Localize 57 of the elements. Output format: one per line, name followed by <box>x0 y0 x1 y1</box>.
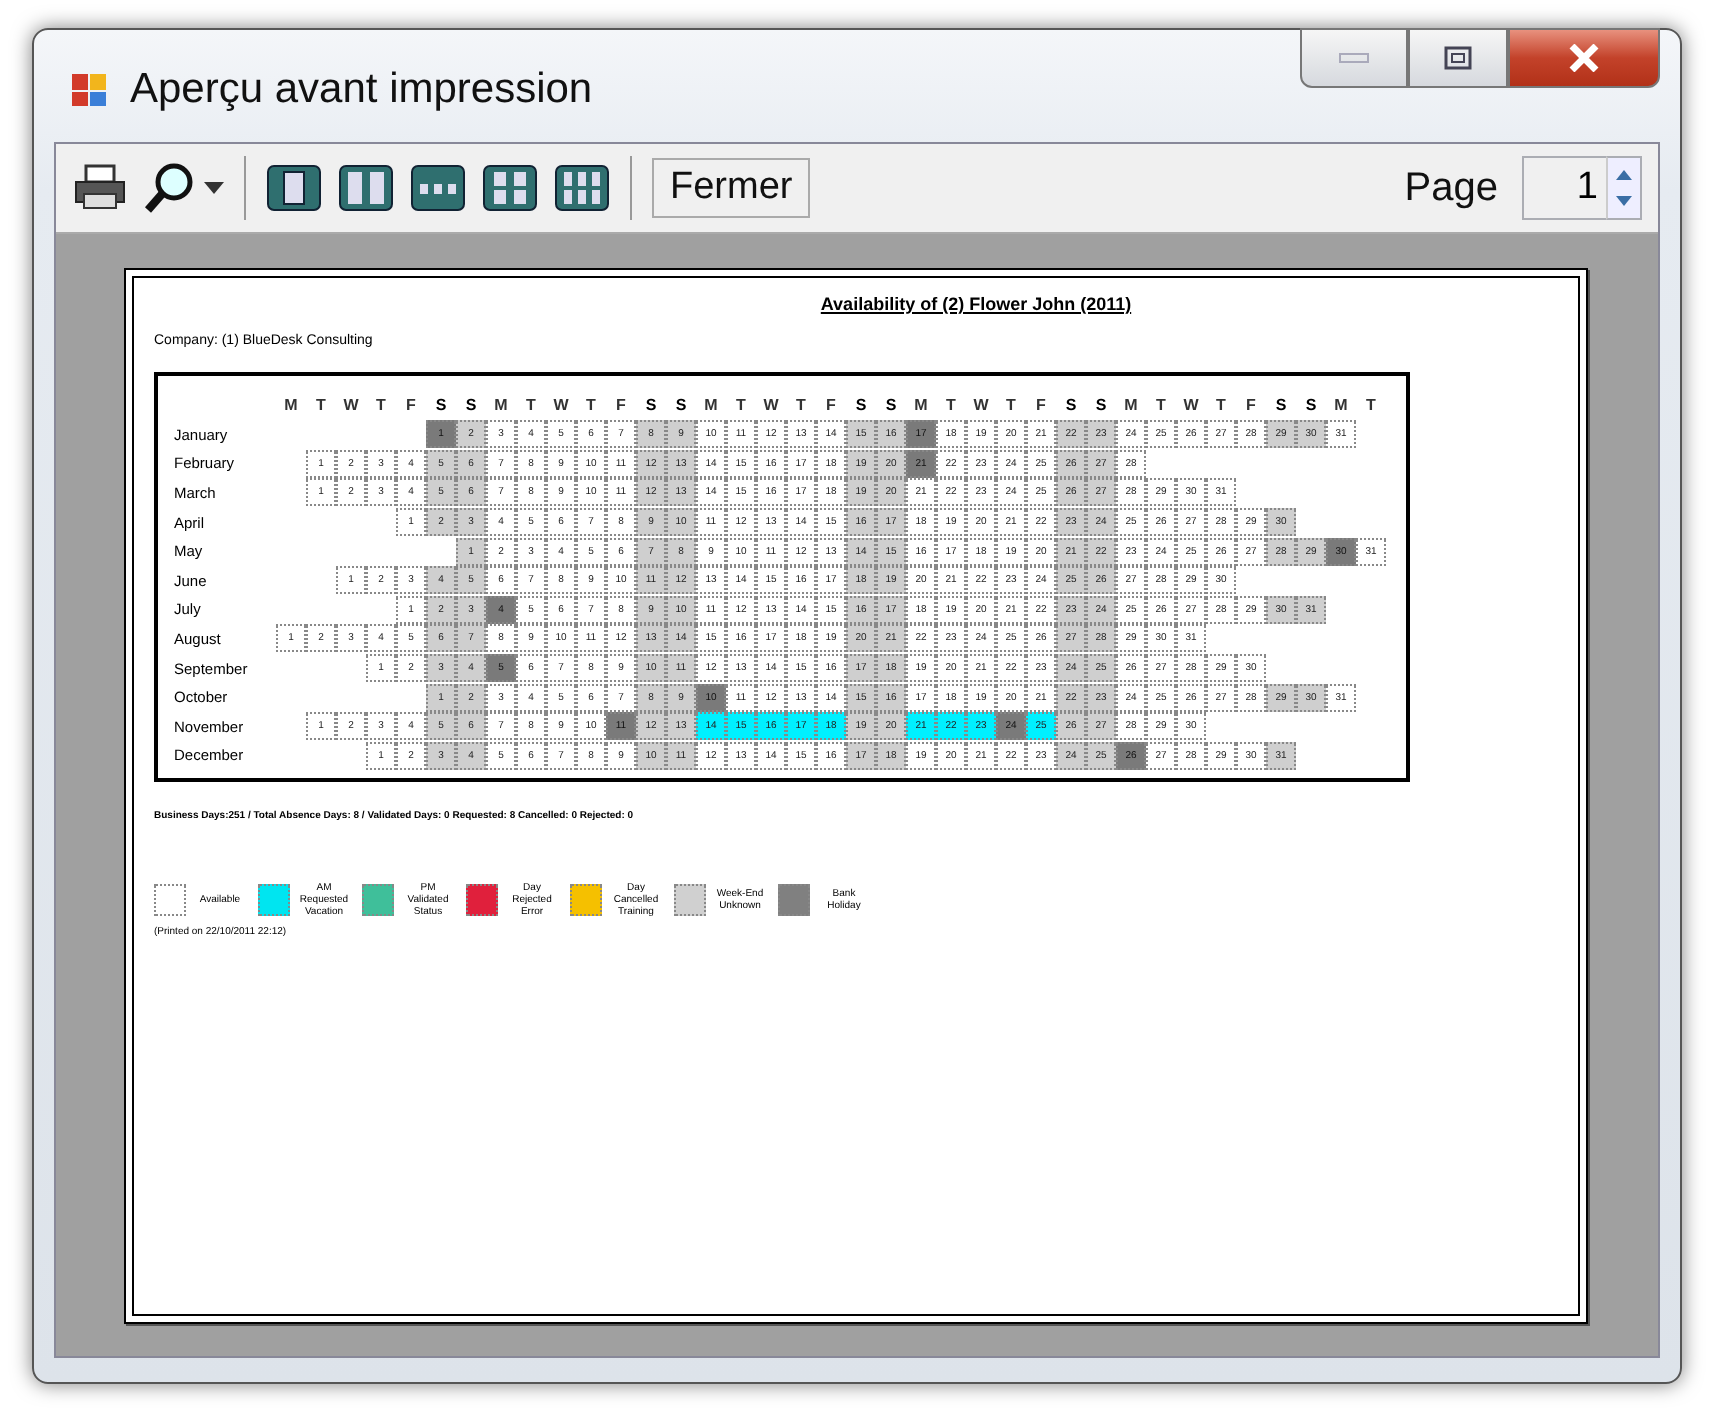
four-pages-icon[interactable] <box>482 164 538 212</box>
page-label: Page <box>1404 165 1498 211</box>
weekday-header: S <box>1303 395 1319 413</box>
one-page-icon[interactable] <box>266 164 322 212</box>
close-preview-button[interactable]: Fermer <box>652 158 811 218</box>
weekday-header: F <box>404 395 418 413</box>
weekday-header: T <box>1214 395 1228 413</box>
weekday-header: T <box>734 395 748 413</box>
window-title: Aperçu avant impression <box>130 66 593 114</box>
three-pages-icon[interactable] <box>410 164 466 212</box>
weekday-header: S <box>643 395 659 413</box>
close-icon <box>1568 44 1600 72</box>
zoom-icon[interactable] <box>144 162 196 214</box>
weekday-header: T <box>794 395 808 413</box>
weekday-header: M <box>912 395 930 413</box>
weekday-header: W <box>341 395 361 413</box>
weekday-header: F <box>614 395 628 413</box>
weekday-header: M <box>282 395 300 413</box>
weekday-header: S <box>1273 395 1289 413</box>
weekday-header: S <box>1063 395 1079 413</box>
weekday-header: T <box>1154 395 1168 413</box>
page-number-field[interactable]: 1 <box>1522 156 1606 220</box>
weekday-header: S <box>433 395 449 413</box>
printer-icon[interactable] <box>72 164 128 212</box>
weekday-header: T <box>1004 395 1018 413</box>
weekday-header: F <box>824 395 838 413</box>
minimize-icon <box>1338 50 1370 66</box>
weekday-header: M <box>1332 395 1350 413</box>
six-pages-icon[interactable] <box>554 164 610 212</box>
weekday-header: W <box>761 395 781 413</box>
weekday-header: T <box>374 395 388 413</box>
weekday-header: T <box>314 395 328 413</box>
weekday-header: W <box>1181 395 1201 413</box>
weekday-header: T <box>584 395 598 413</box>
weekday-header: S <box>673 395 689 413</box>
weekday-header: M <box>1122 395 1140 413</box>
two-pages-icon[interactable] <box>338 164 394 212</box>
maximize-button[interactable] <box>1408 28 1508 88</box>
weekday-header: W <box>551 395 571 413</box>
weekday-header: W <box>971 395 991 413</box>
weekday-header: S <box>463 395 479 413</box>
weekday-header: S <box>883 395 899 413</box>
app-icon <box>70 70 110 110</box>
weekday-header: S <box>853 395 869 413</box>
minimize-button[interactable] <box>1300 28 1408 88</box>
weekday-header: S <box>1093 395 1109 413</box>
weekday-header: T <box>944 395 958 413</box>
close-button[interactable] <box>1508 28 1660 88</box>
caret-icon[interactable] <box>204 182 224 194</box>
weekday-header: F <box>1034 395 1048 413</box>
weekday-header: T <box>1364 395 1378 413</box>
weekday-header: M <box>492 395 510 413</box>
restore-icon <box>1444 46 1472 70</box>
report-title: Availability of (2) Flower John (2011) <box>820 294 1132 314</box>
weekday-header: T <box>524 395 538 413</box>
weekday-header: M <box>702 395 720 413</box>
weekday-header: F <box>1244 395 1258 413</box>
